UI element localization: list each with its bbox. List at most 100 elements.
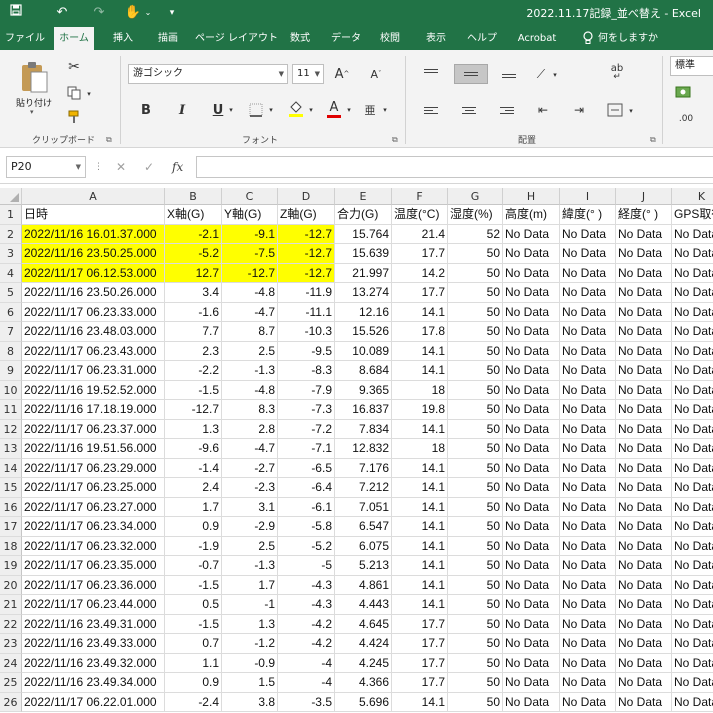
table-cell[interactable]: No Data [616, 224, 672, 244]
table-cell[interactable]: 15.764 [335, 224, 392, 244]
increase-decimal-button[interactable]: .00 [674, 108, 698, 130]
table-cell[interactable]: 3.1 [222, 497, 278, 517]
row-header[interactable]: 22 [0, 614, 22, 634]
table-cell[interactable]: No Data [560, 341, 616, 361]
table-cell[interactable]: 2022/11/17 06.23.31.000 [22, 361, 165, 381]
fill-color-icon[interactable] [286, 98, 306, 120]
font-launcher-icon[interactable]: ⧉ [392, 135, 398, 145]
table-cell[interactable]: 19.8 [392, 400, 448, 420]
table-cell[interactable]: No Data [503, 614, 560, 634]
formula-bar-handle-icon[interactable]: ⋮ [94, 156, 103, 178]
table-cell[interactable]: 50 [448, 302, 503, 322]
table-cell[interactable]: 2022/11/17 06.23.44.000 [22, 595, 165, 615]
table-cell[interactable]: No Data [503, 692, 560, 712]
align-bottom-button[interactable] [496, 64, 522, 84]
row-header[interactable]: 12 [0, 419, 22, 439]
table-cell[interactable]: 10.089 [335, 341, 392, 361]
table-cell[interactable]: No Data [560, 361, 616, 381]
table-cell[interactable]: -8.3 [278, 361, 335, 381]
table-cell[interactable]: -1.3 [222, 361, 278, 381]
italic-button[interactable]: I [174, 100, 190, 120]
table-cell[interactable]: 12.832 [335, 439, 392, 459]
table-cell[interactable]: No Data [560, 595, 616, 615]
table-cell[interactable]: No Data [672, 342, 713, 361]
row-header[interactable]: 9 [0, 361, 22, 381]
alignment-launcher-icon[interactable]: ⧉ [650, 135, 656, 145]
table-cell[interactable]: No Data [616, 380, 672, 400]
table-cell[interactable]: No Data [503, 283, 560, 303]
table-cell[interactable]: -2.7 [222, 458, 278, 478]
table-cell[interactable]: -1.6 [165, 302, 222, 322]
cut-icon[interactable]: ✂ [64, 58, 84, 76]
table-cell[interactable]: 12.16 [335, 302, 392, 322]
table-cell[interactable]: No Data [560, 692, 616, 712]
customize-qat-icon[interactable]: ▾ [163, 4, 181, 22]
table-cell[interactable]: 2022/11/17 06.23.34.000 [22, 517, 165, 537]
table-cell[interactable]: No Data [616, 478, 672, 498]
table-cell[interactable]: 14.1 [392, 478, 448, 498]
table-cell[interactable]: 2022/11/16 23.50.25.000 [22, 244, 165, 264]
font-size-select[interactable]: 11 ▼ [292, 64, 324, 84]
table-cell[interactable]: 2022/11/16 19.51.56.000 [22, 439, 165, 459]
table-cell[interactable]: 14.1 [392, 692, 448, 712]
table-cell[interactable]: No Data [616, 517, 672, 537]
table-cell[interactable]: 18 [392, 380, 448, 400]
table-cell[interactable]: 17.7 [392, 614, 448, 634]
row-header[interactable]: 19 [0, 556, 22, 576]
table-cell[interactable]: 17.7 [392, 673, 448, 693]
table-cell[interactable]: No Data [560, 283, 616, 303]
cancel-icon[interactable]: ✕ [116, 156, 126, 178]
table-cell[interactable]: No Data [503, 575, 560, 595]
column-header-j[interactable]: J [616, 188, 672, 205]
table-cell[interactable]: -4 [278, 653, 335, 673]
table-cell[interactable]: 2022/11/16 23.48.03.000 [22, 322, 165, 342]
table-cell[interactable]: No Data [672, 537, 713, 556]
table-cell[interactable]: 2022/11/17 06.23.32.000 [22, 536, 165, 556]
table-cell[interactable]: -12.7 [278, 224, 335, 244]
table-cell[interactable]: 2.5 [222, 536, 278, 556]
table-cell[interactable]: 2022/11/17 06.23.27.000 [22, 497, 165, 517]
table-cell[interactable]: No Data [672, 322, 713, 342]
table-cell[interactable]: -9.1 [222, 224, 278, 244]
table-cell[interactable]: No Data [503, 244, 560, 264]
table-cell[interactable]: No Data [672, 400, 713, 420]
row-header[interactable]: 25 [0, 673, 22, 693]
tab-file[interactable]: ファイル [4, 27, 46, 50]
table-cell[interactable]: No Data [503, 341, 560, 361]
paste-button[interactable] [16, 56, 52, 98]
table-cell[interactable]: -4.7 [222, 302, 278, 322]
table-cell[interactable]: 2.4 [165, 478, 222, 498]
table-cell[interactable]: 4.645 [335, 614, 392, 634]
table-cell[interactable]: 14.2 [392, 263, 448, 283]
touch-mode-dropdown-icon[interactable]: ⌄ [139, 4, 157, 22]
table-cell[interactable]: 12.7 [165, 263, 222, 283]
column-header-b[interactable]: B [165, 188, 222, 205]
table-cell[interactable]: -4.2 [278, 614, 335, 634]
row-header[interactable]: 13 [0, 439, 22, 459]
table-cell[interactable]: No Data [560, 458, 616, 478]
table-cell[interactable]: 4.366 [335, 673, 392, 693]
table-cell[interactable]: No Data [560, 497, 616, 517]
table-cell[interactable]: 14.1 [392, 341, 448, 361]
table-cell[interactable]: 3.8 [222, 692, 278, 712]
underline-button[interactable]: U [210, 100, 226, 120]
phonetic-guide-button[interactable]: 亜 [362, 100, 378, 120]
table-cell[interactable]: -9.6 [165, 439, 222, 459]
table-cell[interactable]: 50 [448, 575, 503, 595]
table-cell[interactable]: No Data [672, 654, 713, 673]
table-cell[interactable]: No Data [672, 381, 713, 400]
underline-dropdown-icon[interactable]: ▾ [226, 102, 236, 118]
tab-data[interactable]: データ [326, 27, 366, 50]
table-cell[interactable]: No Data [672, 459, 713, 478]
table-cell[interactable]: 14.1 [392, 497, 448, 517]
table-cell[interactable]: No Data [503, 400, 560, 420]
increase-indent-icon[interactable]: ⇥ [568, 100, 590, 120]
table-cell[interactable]: No Data [616, 341, 672, 361]
table-cell[interactable]: No Data [560, 400, 616, 420]
table-cell[interactable]: No Data [616, 556, 672, 576]
column-header-i[interactable]: I [560, 188, 616, 205]
table-cell[interactable]: 50 [448, 419, 503, 439]
row-header[interactable]: 7 [0, 322, 22, 342]
table-cell[interactable]: 4.443 [335, 595, 392, 615]
table-cell[interactable]: 2022/11/17 06.23.37.000 [22, 419, 165, 439]
